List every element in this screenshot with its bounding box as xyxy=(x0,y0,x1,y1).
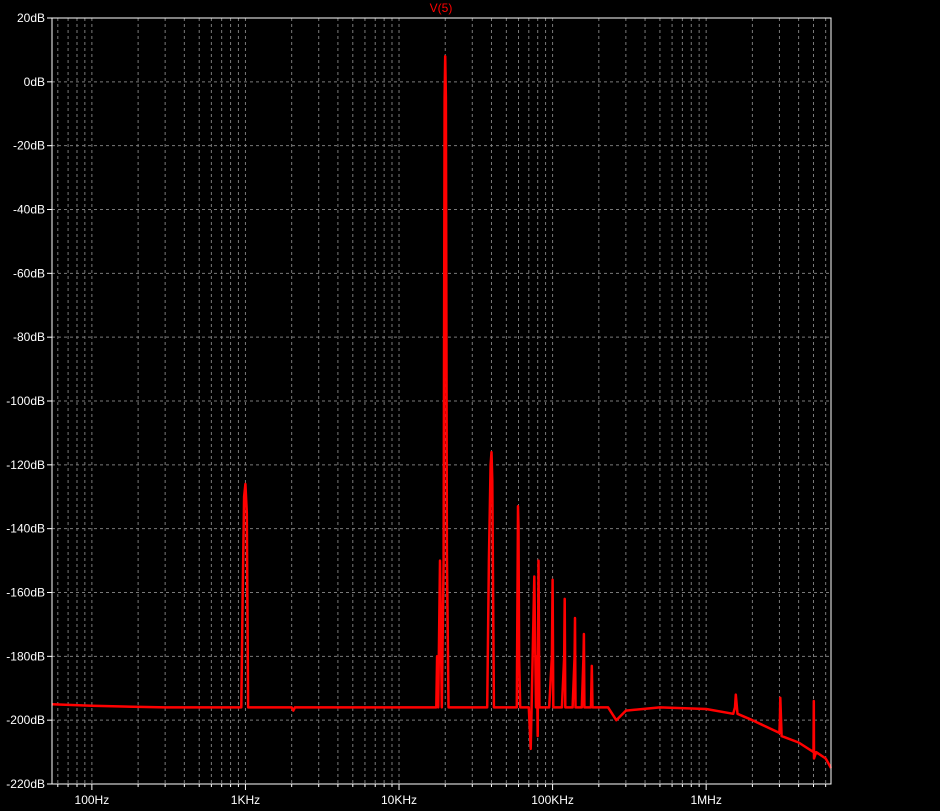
x-tick-label: 10KHz xyxy=(381,793,417,807)
y-tick-label: 20dB xyxy=(17,11,45,25)
x-tick-label: 100Hz xyxy=(75,793,110,807)
y-tick-label: -60dB xyxy=(13,266,45,280)
y-tick-label: -20dB xyxy=(13,139,45,153)
y-tick-label: -160dB xyxy=(6,586,45,600)
y-tick-label: 0dB xyxy=(24,75,45,89)
y-tick-label: -100dB xyxy=(6,394,45,408)
ac-plot: V(5) 20dB 0dB -20dB -40dB -60dB -80dB -100dB -1… xyxy=(0,0,940,811)
x-tick-label: 1KHz xyxy=(231,793,260,807)
y-tick-label: -80dB xyxy=(13,330,45,344)
y-tick-label: -120dB xyxy=(6,458,45,472)
x-tick-label: 1MHz xyxy=(690,793,721,807)
y-tick-label: -140dB xyxy=(6,522,45,536)
trace-label[interactable]: V(5) xyxy=(430,1,453,15)
y-tick-label: -200dB xyxy=(6,713,45,727)
y-tick-label: -220dB xyxy=(6,777,45,791)
x-tick-label: 100KHz xyxy=(531,793,574,807)
y-tick-label: -40dB xyxy=(13,203,45,217)
y-tick-label: -180dB xyxy=(6,649,45,663)
